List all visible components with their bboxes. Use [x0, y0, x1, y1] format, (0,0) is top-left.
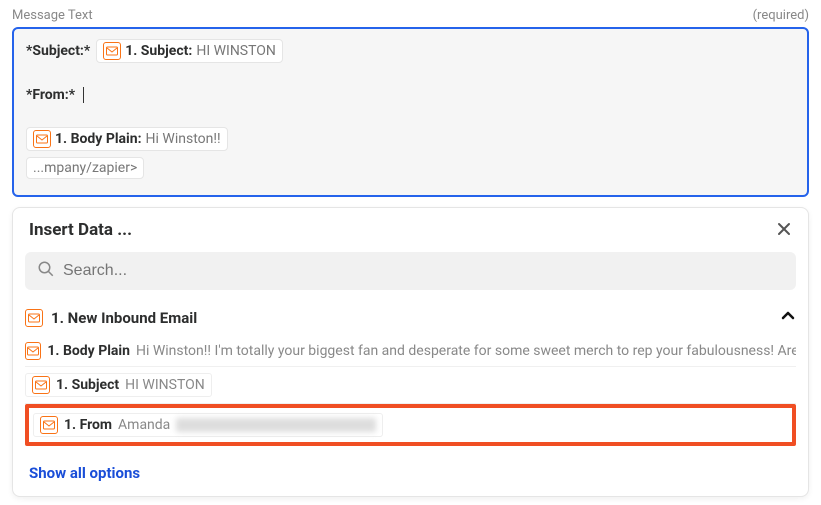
- subject-token[interactable]: 1. Subject: HI WINSTON: [96, 39, 283, 63]
- mail-icon: [32, 376, 50, 394]
- option-from[interactable]: 1. From Amanda: [33, 411, 788, 439]
- group-title: 1. New Inbound Email: [51, 309, 197, 327]
- editor-line-from: *From:*: [26, 87, 795, 103]
- editor-line-trunc: ...mpany/zapier>: [26, 157, 795, 179]
- subject-prefix: *Subject:*: [26, 43, 90, 59]
- option-label: 1. Body Plain: [47, 343, 130, 359]
- message-text-editor[interactable]: *Subject:* 1. Subject: HI WINSTON *From:…: [12, 27, 809, 197]
- close-icon[interactable]: [776, 220, 792, 240]
- show-all-row: Show all options: [13, 452, 808, 496]
- mail-icon: [103, 42, 121, 60]
- truncated-token[interactable]: ...mpany/zapier>: [26, 157, 144, 179]
- search-icon: [37, 260, 55, 282]
- redacted-text: [176, 418, 376, 432]
- mail-icon: [25, 342, 41, 360]
- mail-icon: [40, 416, 58, 434]
- option-value: Amanda: [118, 417, 170, 433]
- editor-line-subject: *Subject:* 1. Subject: HI WINSTON: [26, 39, 795, 63]
- option-list: 1. Body Plain Hi Winston!! I'm totally y…: [13, 336, 808, 452]
- text-caret: [83, 87, 84, 103]
- option-label: 1. Subject: [56, 377, 119, 393]
- mail-icon: [33, 130, 51, 148]
- required-indicator: (required): [753, 8, 809, 23]
- from-prefix: *From:*: [26, 87, 75, 103]
- subject-token-value: HI WINSTON: [196, 43, 276, 59]
- chevron-up-icon: [780, 308, 796, 328]
- panel-header: Insert Data ...: [13, 208, 808, 252]
- body-token[interactable]: 1. Body Plain: Hi Winston!!: [26, 127, 228, 151]
- editor-line-body: 1. Body Plain: Hi Winston!!: [26, 127, 795, 151]
- group-header[interactable]: 1. New Inbound Email: [13, 298, 808, 336]
- option-subject[interactable]: 1. Subject HI WINSTON: [25, 367, 796, 404]
- highlighted-option: 1. From Amanda: [25, 404, 796, 446]
- insert-data-panel: Insert Data ... 1. New Inbound Email: [12, 207, 809, 497]
- field-label: Message Text: [12, 8, 93, 23]
- option-body-plain[interactable]: 1. Body Plain Hi Winston!! I'm totally y…: [25, 336, 796, 367]
- subject-token-label: 1. Subject:: [125, 43, 192, 59]
- mail-icon: [25, 309, 43, 327]
- panel-title: Insert Data ...: [29, 220, 132, 240]
- option-value: HI WINSTON: [125, 377, 205, 393]
- truncated-token-text: ...mpany/zapier>: [33, 160, 137, 176]
- search-input[interactable]: [63, 262, 784, 280]
- search-field[interactable]: [25, 252, 796, 290]
- show-all-options-link[interactable]: Show all options: [29, 464, 140, 482]
- field-header: Message Text (required): [12, 8, 809, 23]
- option-label: 1. From: [64, 417, 112, 433]
- body-token-value: Hi Winston!!: [146, 131, 221, 147]
- option-value: Hi Winston!! I'm totally your biggest fa…: [136, 343, 796, 359]
- body-token-label: 1. Body Plain:: [55, 131, 142, 147]
